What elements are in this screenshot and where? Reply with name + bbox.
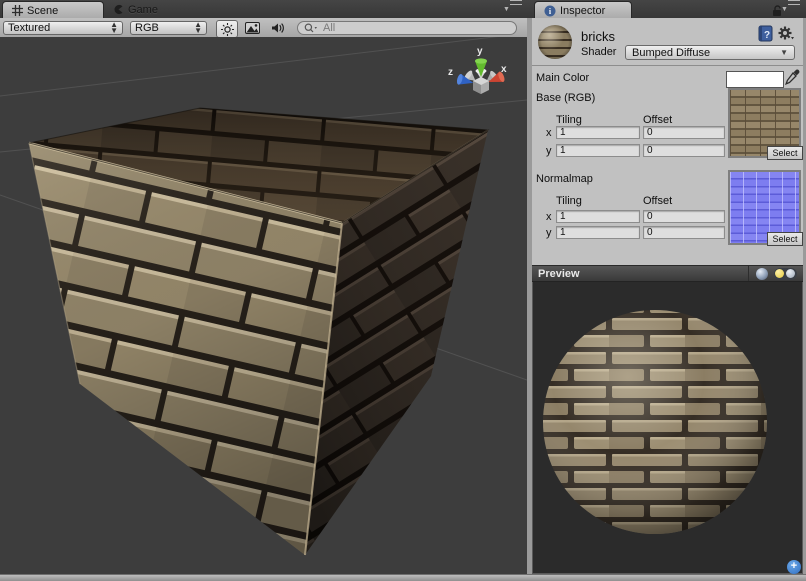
shader-value: Bumped Diffuse xyxy=(632,47,710,59)
base-tiling-header: Tiling xyxy=(556,114,582,126)
inspector-panel-menu-icon[interactable]: ▼ xyxy=(784,3,804,14)
normalmap-tiling-header: Tiling xyxy=(556,195,582,207)
base-select-button[interactable]: Select xyxy=(767,146,803,160)
preview-add-button[interactable]: + xyxy=(787,560,801,574)
preview-header[interactable]: Preview xyxy=(532,265,803,282)
help-book-icon[interactable]: ? xyxy=(758,25,774,47)
normalmap-y-label: y xyxy=(546,227,552,239)
tab-scene[interactable]: Scene xyxy=(2,1,104,19)
gizmo-x-label: x xyxy=(501,64,507,75)
svg-text:?: ? xyxy=(764,30,770,41)
normalmap-tiling-y-field[interactable] xyxy=(556,226,640,239)
grid-icon xyxy=(12,5,23,16)
game-icon xyxy=(113,4,124,15)
inspector-panel: bricks Shader Bumped Diffuse ▼ ? Main Co… xyxy=(532,18,803,574)
normalmap-offset-y-field[interactable] xyxy=(643,226,725,239)
base-x-label: x xyxy=(546,127,552,139)
tab-game-label: Game xyxy=(128,4,158,16)
window-bottom-edge xyxy=(0,574,806,581)
info-icon: i xyxy=(544,5,556,17)
updown-arrows-icon: ▲▼ xyxy=(194,22,202,34)
tab-scene-label: Scene xyxy=(27,5,58,17)
light-off-icon xyxy=(786,269,795,278)
normalmap-select-button[interactable]: Select xyxy=(767,232,803,246)
image-icon xyxy=(245,22,260,34)
scene-viewport[interactable]: y x z xyxy=(0,37,527,574)
gizmo-y-label: y xyxy=(477,46,483,57)
base-tiling-x-field[interactable] xyxy=(556,126,640,139)
light-on-icon xyxy=(775,269,784,278)
tab-game[interactable]: Game xyxy=(104,1,167,18)
preview-lighting-toggle[interactable] xyxy=(774,268,797,280)
base-offset-x-field[interactable] xyxy=(643,126,725,139)
preview-area[interactable]: + xyxy=(532,282,803,574)
gizmo-y-axis xyxy=(475,58,487,77)
normalmap-offset-header: Offset xyxy=(643,195,672,207)
gizmo-z-label: z xyxy=(448,67,453,78)
preview-title: Preview xyxy=(538,268,580,280)
orientation-gizmo[interactable]: y x z xyxy=(448,46,507,94)
normalmap-offset-x-field[interactable] xyxy=(643,210,725,223)
tab-inspector-label: Inspector xyxy=(560,5,605,17)
material-preview-sphere[interactable] xyxy=(533,282,802,572)
header-divider xyxy=(532,65,803,66)
base-offset-y-field[interactable] xyxy=(643,144,725,157)
color-mode-dropdown[interactable]: RGB ▲▼ xyxy=(130,21,207,35)
scene-panel-menu-icon[interactable]: ▼ xyxy=(506,3,526,14)
base-map-label: Base (RGB) xyxy=(536,92,595,104)
chevron-down-icon: ▼ xyxy=(780,48,788,57)
material-name: bricks xyxy=(581,29,615,44)
draw-mode-value: Textured xyxy=(8,22,50,34)
sun-icon xyxy=(221,23,234,36)
shader-label: Shader xyxy=(581,46,616,58)
search-input[interactable] xyxy=(321,21,495,35)
scene-3d-render: y x z xyxy=(0,37,527,574)
gear-icon[interactable] xyxy=(778,26,795,46)
magnifier-icon xyxy=(304,23,318,33)
color-mode-value: RGB xyxy=(135,22,159,34)
draw-mode-dropdown[interactable]: Textured ▲▼ xyxy=(3,21,123,35)
tab-inspector[interactable]: i Inspector xyxy=(534,1,632,19)
base-offset-header: Offset xyxy=(643,114,672,126)
material-thumbnail[interactable] xyxy=(538,25,572,59)
normalmap-tiling-x-field[interactable] xyxy=(556,210,640,223)
scene-toolbar: Textured ▲▼ RGB ▲▼ xyxy=(0,18,527,38)
lighting-toggle[interactable] xyxy=(216,20,238,38)
base-y-label: y xyxy=(546,145,552,157)
normalmap-x-label: x xyxy=(546,211,552,223)
base-tiling-y-field[interactable] xyxy=(556,144,640,157)
updown-arrows-icon: ▲▼ xyxy=(110,22,118,34)
preview-shape-button[interactable] xyxy=(756,268,768,280)
main-color-label: Main Color xyxy=(536,72,589,84)
speaker-icon xyxy=(271,22,285,34)
main-color-swatch[interactable] xyxy=(726,71,784,88)
audio-toggle[interactable] xyxy=(268,20,288,36)
fx-toggle[interactable] xyxy=(242,20,262,36)
brick-cube[interactable] xyxy=(29,108,488,555)
normalmap-label: Normalmap xyxy=(536,173,593,185)
search-field[interactable] xyxy=(297,21,517,35)
unity-editor-window: { "scene": { "tabs": [ { "label": "Scene… xyxy=(0,0,806,581)
shader-dropdown[interactable]: Bumped Diffuse ▼ xyxy=(625,45,795,60)
